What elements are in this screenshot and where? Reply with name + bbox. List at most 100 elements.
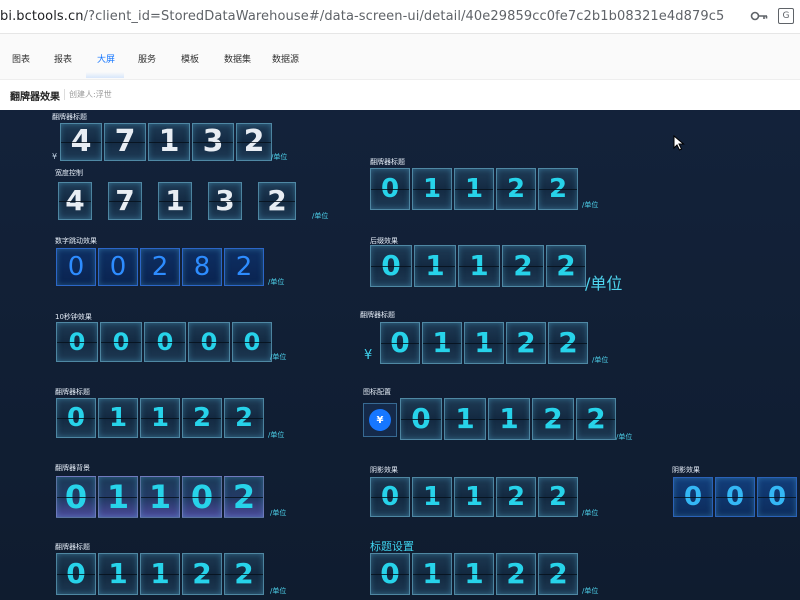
screen-canvas[interactable]: 翻牌器标题 ¥ 4 7 1 3 2 /单位 宽度控制 4 7 1 3 2 /单位… <box>0 110 800 600</box>
key-icon[interactable] <box>750 9 768 23</box>
flip-digit: 2 <box>532 398 574 440</box>
unit-label: /单位 <box>582 587 599 595</box>
widget-label: 宽度控制 <box>55 169 83 177</box>
translate-icon-label: G <box>782 11 790 21</box>
flip-digit: 1 <box>140 553 180 595</box>
flip-digit: 3 <box>208 182 242 220</box>
flip-digit: 2 <box>576 398 616 440</box>
flip-digit: 1 <box>458 245 500 287</box>
flip-digit: 1 <box>158 182 192 220</box>
tab-services[interactable]: 服务 <box>138 52 156 65</box>
flip-digit: 2 <box>140 248 180 286</box>
flip-digit: 0 <box>400 398 442 440</box>
flip-digit: 2 <box>502 245 544 287</box>
flip-digit: 1 <box>98 476 138 518</box>
flip-counter[interactable]: 0 0 2 8 2 <box>56 248 266 286</box>
flip-digit: 2 <box>224 248 264 286</box>
flip-counter[interactable]: 0 1 1 0 2 <box>56 476 266 518</box>
tab-templates[interactable]: 模板 <box>181 52 199 65</box>
flip-digit: 2 <box>538 477 578 517</box>
flip-digit: 7 <box>108 182 142 220</box>
flip-digit: 1 <box>412 553 452 595</box>
flip-digit: 2 <box>224 398 264 438</box>
flip-digit: 0 <box>370 168 410 210</box>
flip-counter[interactable]: 0 1 1 2 2 <box>370 245 588 287</box>
widget-label: 阴影效果 <box>672 466 700 474</box>
widget-label: 翻牌器标题 <box>55 388 90 396</box>
tab-datasources[interactable]: 数据源 <box>272 52 299 65</box>
widget-label: 翻牌器标题 <box>55 543 90 551</box>
unit-label: /单位 <box>270 587 287 595</box>
flip-digit: 1 <box>148 123 190 161</box>
unit-label-large: /单位 <box>585 274 623 293</box>
flip-counter[interactable]: 0 1 1 2 2 <box>56 398 266 438</box>
mouse-cursor-icon <box>673 135 685 151</box>
flip-digit: 1 <box>454 168 494 210</box>
flip-digit: 4 <box>58 182 92 220</box>
unit-label: /单位 <box>582 201 599 209</box>
widget-label: 翻牌器标题 <box>360 311 395 319</box>
flip-counter[interactable]: 0 0 0 <box>673 477 799 517</box>
browser-address-bar[interactable]: bi.bctools.cn/?client_id=StoredDataWareh… <box>0 0 800 34</box>
page-title: 翻牌器效果 <box>10 92 60 103</box>
tab-datasets[interactable]: 数据集 <box>224 52 251 65</box>
flip-digit: 1 <box>140 398 180 438</box>
flip-counter[interactable]: 0 1 1 2 2 <box>56 553 266 595</box>
widget-label: 翻牌器背景 <box>55 464 90 472</box>
flip-digit: 0 <box>56 248 96 286</box>
flip-digit: 0 <box>144 322 186 362</box>
unit-label: /单位 <box>270 509 287 517</box>
flip-counter[interactable]: 0 1 1 2 2 <box>370 553 580 595</box>
flip-digit: 1 <box>444 398 486 440</box>
flip-digit: 2 <box>224 476 264 518</box>
url-host: bi.bctools.cn <box>0 9 84 24</box>
flip-counter[interactable]: 4 7 1 3 2 <box>58 182 298 220</box>
flip-digit: 1 <box>454 477 494 517</box>
flip-digit: 0 <box>370 553 410 595</box>
url-path: /?client_id=StoredDataWarehouse#/data-sc… <box>83 9 725 24</box>
flip-counter[interactable]: 0 1 1 2 2 <box>400 398 618 440</box>
flip-digit: 2 <box>496 168 536 210</box>
flip-counter[interactable]: 4 7 1 3 2 <box>60 123 274 161</box>
flip-digit: 0 <box>370 477 410 517</box>
tab-reports[interactable]: 报表 <box>54 52 72 65</box>
widget-label: 图标配置 <box>363 388 391 396</box>
active-tab-highlight <box>86 72 124 78</box>
flip-digit: 1 <box>464 322 504 364</box>
flip-digit: 2 <box>182 553 222 595</box>
unit-label: /单位 <box>271 153 288 161</box>
flip-digit: 0 <box>380 322 420 364</box>
flip-digit: 1 <box>140 476 180 518</box>
flip-digit: 2 <box>236 123 272 161</box>
unit-label: /单位 <box>268 278 285 286</box>
flip-digit: 2 <box>182 398 222 438</box>
tab-big-screen[interactable]: 大屏 <box>97 52 115 65</box>
flip-counter[interactable]: 0 0 0 0 0 <box>56 322 274 362</box>
flip-counter[interactable]: 0 1 1 2 2 <box>380 322 590 364</box>
widget-title: 标题设置 <box>370 540 414 553</box>
widget-label: 阴影效果 <box>370 466 398 474</box>
yen-icon: ¥ <box>363 403 397 437</box>
url-text[interactable]: bi.bctools.cn/?client_id=StoredDataWareh… <box>0 9 724 24</box>
flip-counter[interactable]: 0 1 1 2 2 <box>370 477 580 517</box>
flip-digit: 7 <box>104 123 146 161</box>
unit-label: /单位 <box>268 431 285 439</box>
flip-counter[interactable]: 0 1 1 2 2 <box>370 168 580 210</box>
flip-digit: 8 <box>182 248 222 286</box>
flip-digit: 2 <box>496 477 536 517</box>
tab-charts[interactable]: 图表 <box>12 52 30 65</box>
yen-icon-symbol: ¥ <box>369 409 391 431</box>
flip-digit: 1 <box>412 168 452 210</box>
translate-icon[interactable]: G <box>778 8 794 24</box>
flip-digit: 0 <box>715 477 755 517</box>
flip-digit: 2 <box>538 168 578 210</box>
flip-digit: 2 <box>546 245 586 287</box>
page-title-bar: 翻牌器效果 创建人:浮世 <box>0 80 800 110</box>
unit-label: /单位 <box>270 353 287 361</box>
flip-digit: 2 <box>224 553 264 595</box>
flip-digit: 4 <box>60 123 102 161</box>
flip-digit: 0 <box>757 477 797 517</box>
flip-digit: 1 <box>98 398 138 438</box>
flip-digit: 2 <box>496 553 536 595</box>
flip-digit: 2 <box>548 322 588 364</box>
